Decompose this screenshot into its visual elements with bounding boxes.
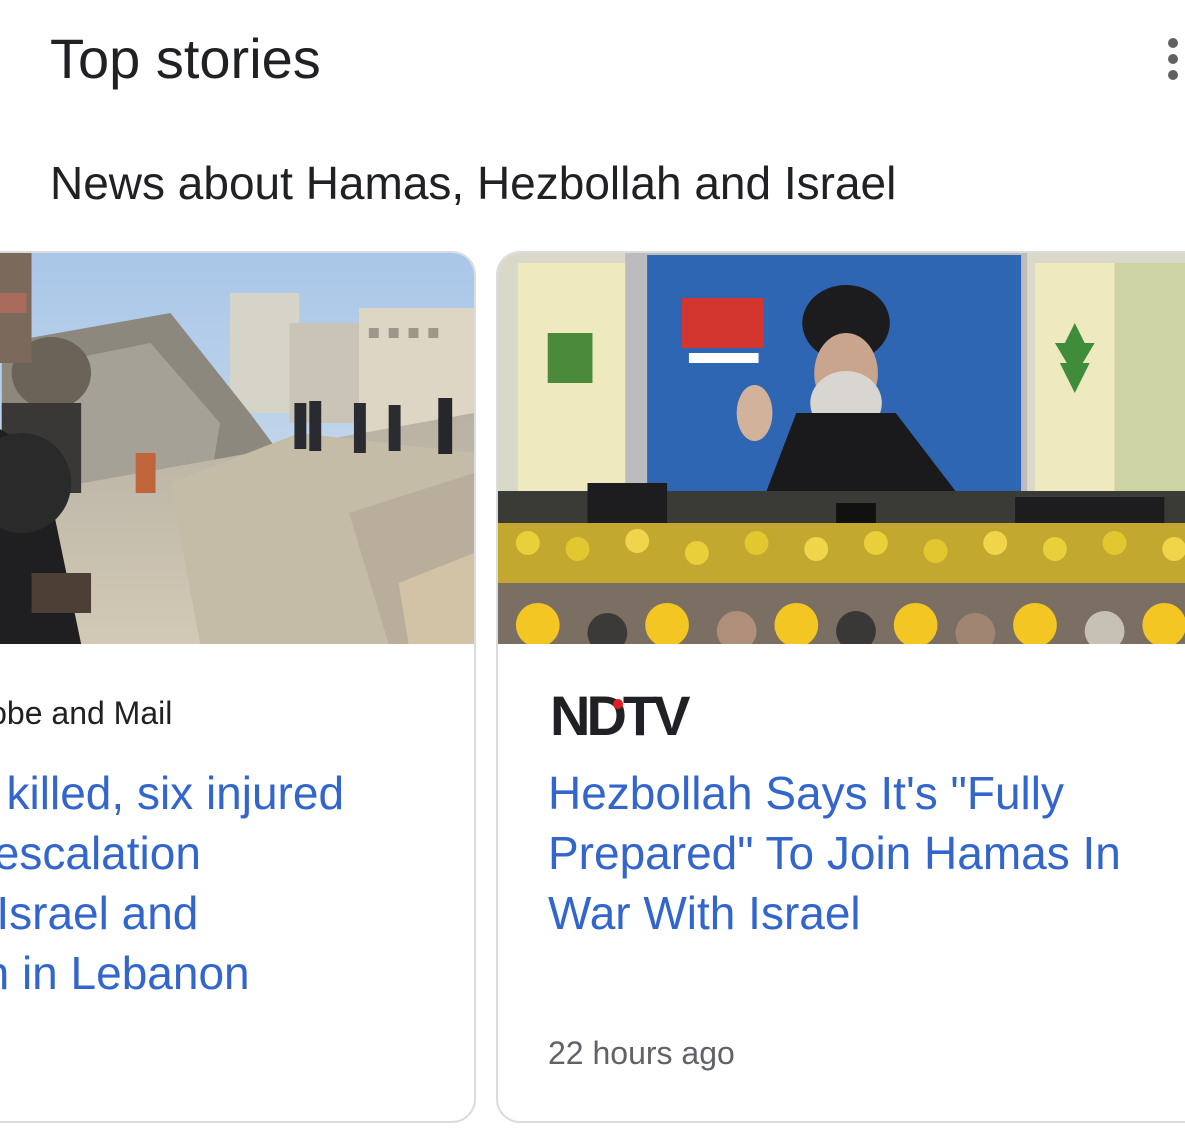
- article-headline[interactable]: st killed, six injured y escalation n Is…: [0, 763, 438, 1003]
- news-card[interactable]: NDTV Hezbollah Says It's "Fully Prepared…: [496, 251, 1185, 1123]
- article-thumbnail: [0, 253, 474, 644]
- article-headline[interactable]: Hezbollah Says It's "Fully Prepared" To …: [548, 763, 1185, 943]
- news-card[interactable]: lobe and Mail st killed, six injured y e…: [0, 251, 476, 1123]
- ndtv-logo-text: NDTV: [550, 691, 690, 739]
- article-timestamp: 22 hours ago: [548, 1035, 735, 1071]
- source-name: lobe and Mail: [0, 695, 173, 731]
- article-thumbnail: [498, 253, 1185, 644]
- ndtv-logo: NDTV: [550, 684, 800, 747]
- top-stories-page: Top stories News about Hamas, Hezbollah …: [0, 0, 1185, 1138]
- news-carousel[interactable]: lobe and Mail st killed, six injured y e…: [0, 0, 1185, 1138]
- ndtv-logo-dot: [613, 699, 623, 709]
